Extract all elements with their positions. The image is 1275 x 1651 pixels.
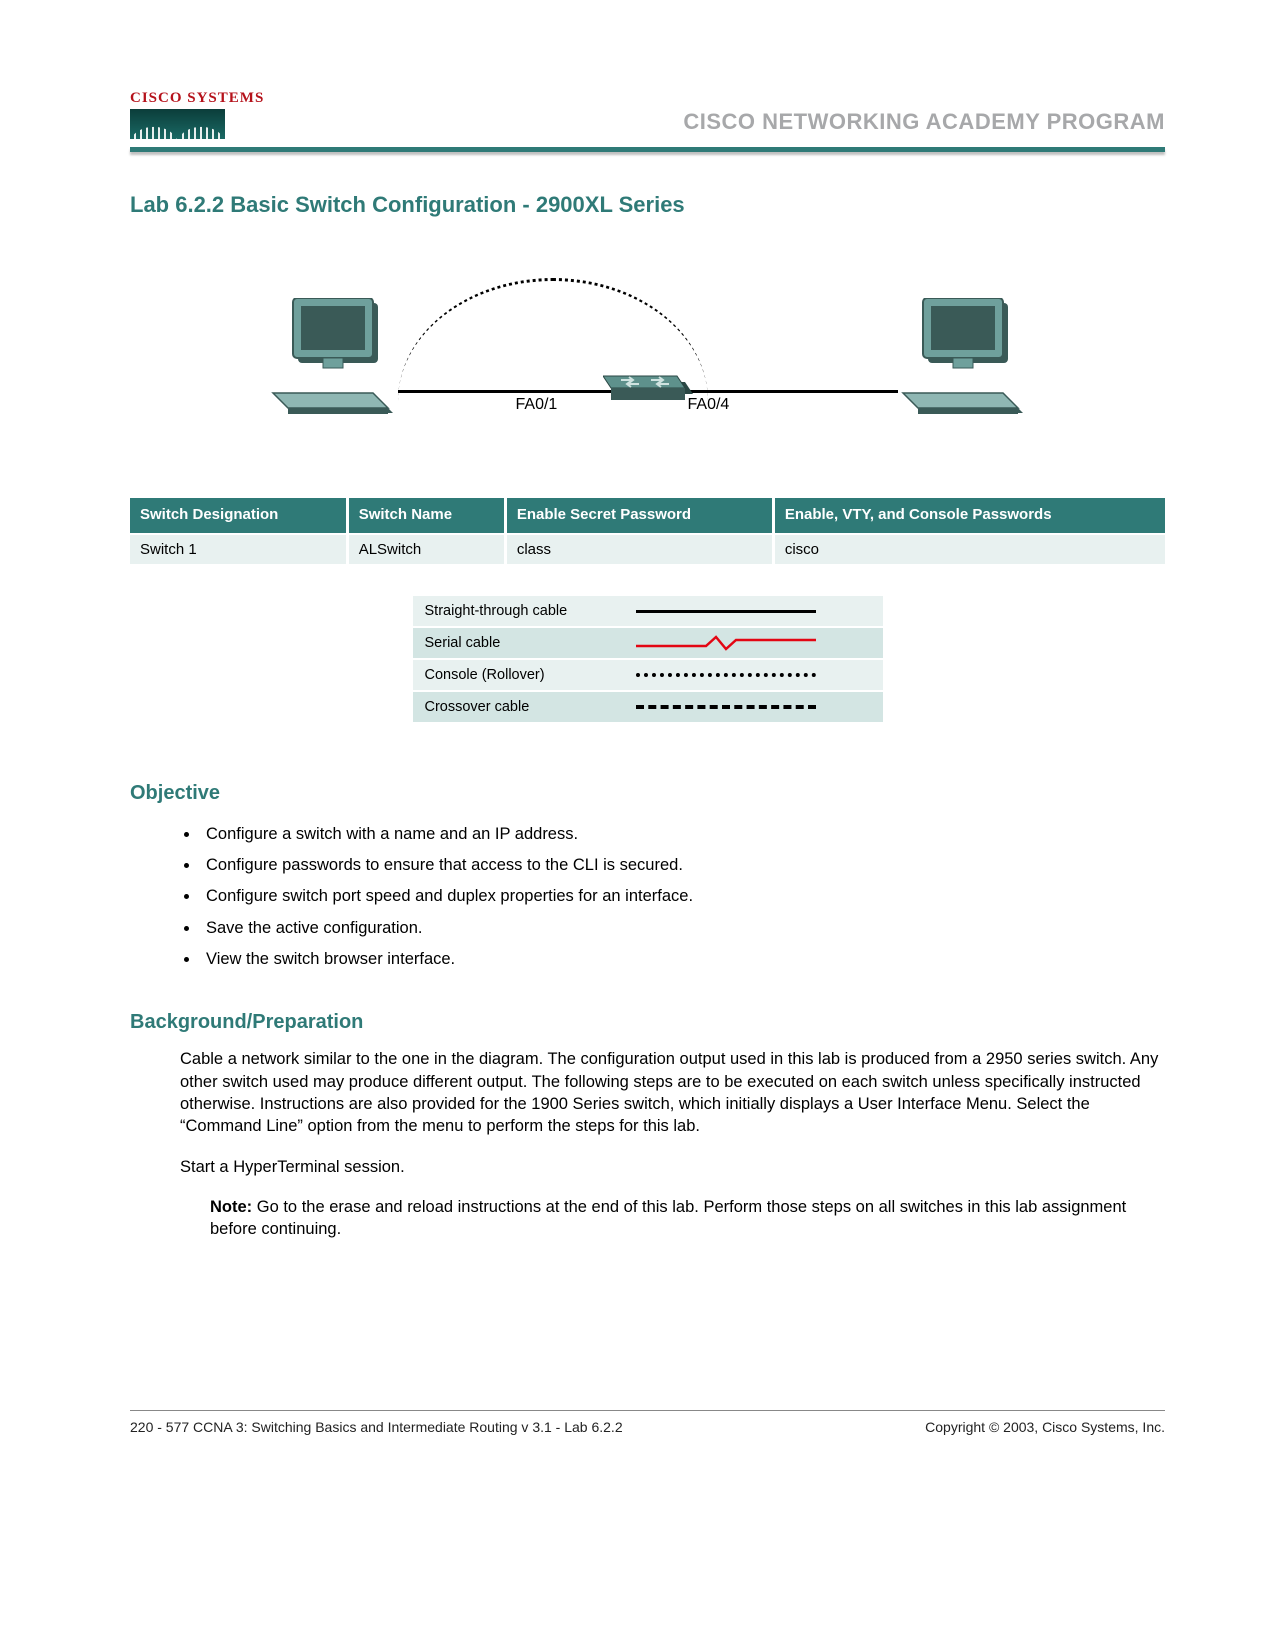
list-item: Configure switch port speed and duplex p… [200, 881, 1165, 912]
legend-row: Serial cable [413, 627, 883, 659]
legend-label: Crossover cable [413, 691, 624, 722]
cfg-header: Enable Secret Password [505, 498, 773, 534]
table-row: Switch 1 ALSwitch class cisco [130, 534, 1165, 564]
objective-heading: Objective [130, 782, 1165, 805]
list-item: Configure passwords to ensure that acces… [200, 850, 1165, 881]
cfg-cell: Switch 1 [130, 534, 347, 564]
logo-text: CISCO SYSTEMS [130, 90, 264, 107]
cfg-header: Enable, VTY, and Console Passwords [773, 498, 1165, 534]
legend-row: Console (Rollover) [413, 659, 883, 691]
pc-left-icon [268, 298, 398, 428]
switch-icon [603, 372, 693, 408]
list-item: View the switch browser interface. [200, 944, 1165, 975]
legend-row: Straight-through cable [413, 595, 883, 627]
background-heading: Background/Preparation [130, 1011, 1165, 1034]
cfg-cell: ALSwitch [347, 534, 505, 564]
cfg-cell: cisco [773, 534, 1165, 564]
cisco-logo: CISCO SYSTEMS [130, 90, 264, 139]
pc-right-icon [898, 298, 1028, 428]
switch-config-table: Switch Designation Switch Name Enable Se… [130, 498, 1165, 564]
cfg-header: Switch Name [347, 498, 505, 534]
cfg-cell: class [505, 534, 773, 564]
topology-diagram: FA0/1 FA0/4 [268, 288, 1028, 448]
port-label-right: FA0/4 [688, 396, 730, 414]
note-paragraph: Note: Go to the erase and reload instruc… [210, 1196, 1165, 1241]
legend-label: Straight-through cable [413, 595, 624, 627]
note-body: Go to the erase and reload instructions … [210, 1198, 1126, 1238]
header-rule [130, 147, 1165, 152]
note-label: Note: [210, 1198, 252, 1216]
legend-row: Crossover cable [413, 691, 883, 722]
list-item: Configure a switch with a name and an IP… [200, 819, 1165, 850]
background-paragraph: Start a HyperTerminal session. [180, 1156, 1165, 1178]
legend-label: Console (Rollover) [413, 659, 624, 691]
straight-line-icon [636, 602, 816, 620]
list-item: Save the active configuration. [200, 913, 1165, 944]
program-title: CISCO NETWORKING ACADEMY PROGRAM [683, 109, 1165, 139]
objective-list: Configure a switch with a name and an IP… [200, 819, 1165, 976]
logo-bars-icon [130, 109, 225, 139]
port-label-left: FA0/1 [516, 396, 558, 414]
dashed-line-icon [636, 698, 816, 716]
serial-line-icon [636, 634, 816, 652]
footer-right: Copyright © 2003, Cisco Systems, Inc. [925, 1419, 1165, 1435]
background-paragraph: Cable a network similar to the one in th… [180, 1048, 1165, 1137]
page-title: Lab 6.2.2 Basic Switch Configuration - 2… [130, 192, 1165, 218]
footer-rule [130, 1410, 1165, 1411]
legend-label: Serial cable [413, 627, 624, 659]
cable-legend: Straight-through cable Serial cable Cons… [413, 594, 883, 722]
cfg-header: Switch Designation [130, 498, 347, 534]
footer-left: 220 - 577 CCNA 3: Switching Basics and I… [130, 1419, 623, 1435]
dotted-line-icon [636, 666, 816, 684]
